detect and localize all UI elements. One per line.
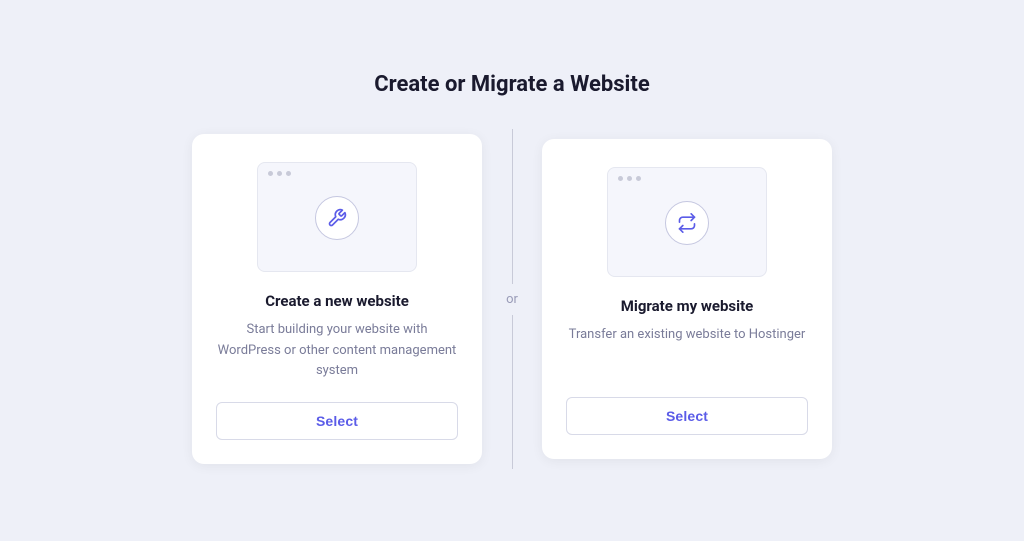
create-card-title: Create a new website: [265, 292, 409, 310]
browser-dot-3: [286, 171, 291, 176]
migrate-card-description: Transfer an existing website to Hostinge…: [569, 325, 806, 377]
browser-dot-m3: [636, 176, 641, 181]
migrate-card-illustration: [607, 167, 767, 277]
browser-content-create: [258, 182, 416, 254]
or-divider: or: [482, 129, 542, 469]
browser-dot-2: [277, 171, 282, 176]
create-select-button[interactable]: Select: [216, 402, 458, 440]
browser-dots: [258, 163, 416, 182]
arrows-icon: [677, 213, 697, 233]
migrate-card-title: Migrate my website: [621, 297, 754, 315]
browser-dot-1: [268, 171, 273, 176]
browser-dot-m2: [627, 176, 632, 181]
or-line-bottom: [512, 315, 513, 470]
browser-dot-m1: [618, 176, 623, 181]
create-card: Create a new website Start building your…: [192, 134, 482, 464]
migrate-card: Migrate my website Transfer an existing …: [542, 139, 832, 459]
cards-container: Create a new website Start building your…: [192, 129, 832, 469]
migrate-select-button[interactable]: Select: [566, 397, 808, 435]
or-text: or: [506, 284, 518, 315]
wrench-icon-circle: [315, 196, 359, 240]
browser-content-migrate: [608, 187, 766, 259]
create-card-illustration: [257, 162, 417, 272]
create-card-description: Start building your website with WordPre…: [216, 320, 458, 382]
browser-dots-migrate: [608, 168, 766, 187]
or-line-top: [512, 129, 513, 284]
wrench-icon: [327, 208, 347, 228]
page-title: Create or Migrate a Website: [374, 72, 649, 97]
migrate-icon-circle: [665, 201, 709, 245]
